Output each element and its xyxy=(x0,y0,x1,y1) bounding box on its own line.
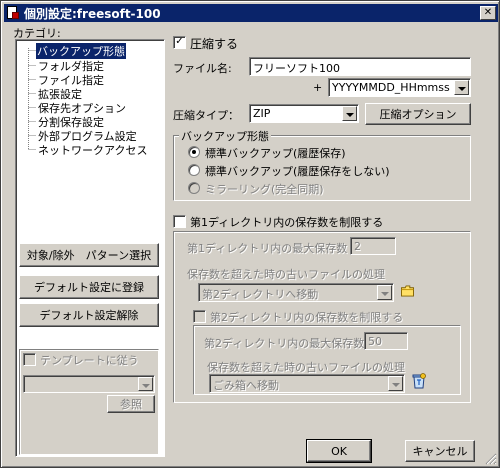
template-checkbox[interactable] xyxy=(23,353,36,366)
limit2-over-label: 保存数を超えた時の古いファイルの処理 xyxy=(207,361,405,374)
chevron-down-icon[interactable] xyxy=(377,285,392,300)
limit2-over-value: ごみ箱へ移動 xyxy=(213,379,279,392)
filename-label: ファイル名: xyxy=(173,62,232,75)
pattern-select-button[interactable]: 対象/除外 パターン選択 xyxy=(19,243,159,267)
limit1-checkbox[interactable] xyxy=(173,215,186,228)
limit1-over-label: 保存数を超えた時の古いファイルの処理 xyxy=(187,268,385,281)
cancel-button[interactable]: キャンセル xyxy=(405,440,475,462)
radio-mirroring-label: ミラーリング(完全同期) xyxy=(205,183,324,196)
date-format-select[interactable]: YYYYMMDD_HHmmss xyxy=(328,78,471,97)
limit1-over-select[interactable]: 第2ディレクトリへ移動 xyxy=(198,283,394,302)
backup-mode-title: バックアップ形態 xyxy=(179,128,271,144)
register-default-button[interactable]: デフォルト設定に登録 xyxy=(19,275,159,299)
limit1-max-label: 第1ディレクトリ内の最大保存数 xyxy=(187,242,348,255)
compress-checkbox[interactable]: ✓ xyxy=(173,36,186,49)
radio-mirroring[interactable] xyxy=(188,182,200,194)
template-checkbox-label: テンプレートに従う xyxy=(40,354,139,367)
limit2-checkbox-label: 第2ディレクトリ内の保存数を制限する xyxy=(210,311,404,324)
limit2-max-label: 第2ディレクトリ内の最大保存数 xyxy=(204,337,365,350)
tree-item-backup-mode[interactable]: バックアップ形態 xyxy=(35,42,127,60)
radio-standard-history[interactable] xyxy=(188,146,200,158)
app-icon xyxy=(6,6,20,20)
chevron-down-icon[interactable] xyxy=(342,106,357,121)
filename-input[interactable]: フリーソフト100 xyxy=(249,57,471,76)
chevron-down-icon[interactable] xyxy=(454,80,469,95)
template-ref-button[interactable]: 参照 xyxy=(107,395,155,413)
chevron-down-icon[interactable] xyxy=(138,377,153,391)
date-format-value: YYYYMMDD_HHmmss xyxy=(332,81,450,94)
compress-type-value: ZIP xyxy=(253,107,271,120)
limit2-max-input[interactable]: 50 xyxy=(364,332,408,350)
recycle-bin-icon[interactable] xyxy=(411,373,427,389)
plus-label: + xyxy=(313,81,323,94)
filename-value: フリーソフト100 xyxy=(253,62,340,75)
radio-standard-no-history-label: 標準バックアップ(履歴保存をしない) xyxy=(205,165,390,178)
radio-standard-history-label: 標準バックアップ(履歴保存) xyxy=(205,147,346,160)
compress-label: 圧縮する xyxy=(190,37,239,51)
window-title: 個別設定:freesoft-100 xyxy=(24,6,161,21)
limit1-over-value: 第2ディレクトリへ移動 xyxy=(202,288,319,301)
limit2-checkbox[interactable] xyxy=(193,310,206,323)
resize-grip-icon[interactable] xyxy=(485,453,497,465)
dialog-window: 個別設定:freesoft-100 ✕ カテゴリ: バックアップ形態 フォルダ指… xyxy=(0,0,500,468)
compress-type-label: 圧縮タイプ： xyxy=(173,109,239,122)
limit1-checkbox-label: 第1ディレクトリ内の保存数を制限する xyxy=(190,216,384,229)
folder-icon[interactable] xyxy=(400,285,415,297)
compress-type-select[interactable]: ZIP xyxy=(249,104,359,123)
template-select[interactable] xyxy=(23,375,155,393)
tree-item-network[interactable]: ネットワークアクセス xyxy=(38,142,147,158)
clear-default-button[interactable]: デフォルト設定解除 xyxy=(19,303,159,327)
limit1-max-input[interactable]: 2 xyxy=(350,237,396,255)
title-bar[interactable]: 個別設定:freesoft-100 ✕ xyxy=(4,4,498,22)
ok-button[interactable]: OK xyxy=(306,439,372,463)
radio-standard-no-history[interactable] xyxy=(188,164,200,176)
limit2-max-value: 50 xyxy=(368,335,382,348)
limit1-max-value: 2 xyxy=(354,240,361,253)
chevron-down-icon[interactable] xyxy=(388,376,403,391)
limit2-over-select[interactable]: ごみ箱へ移動 xyxy=(209,374,405,393)
compress-options-button[interactable]: 圧縮オプション xyxy=(365,103,471,125)
close-icon[interactable]: ✕ xyxy=(480,6,496,20)
